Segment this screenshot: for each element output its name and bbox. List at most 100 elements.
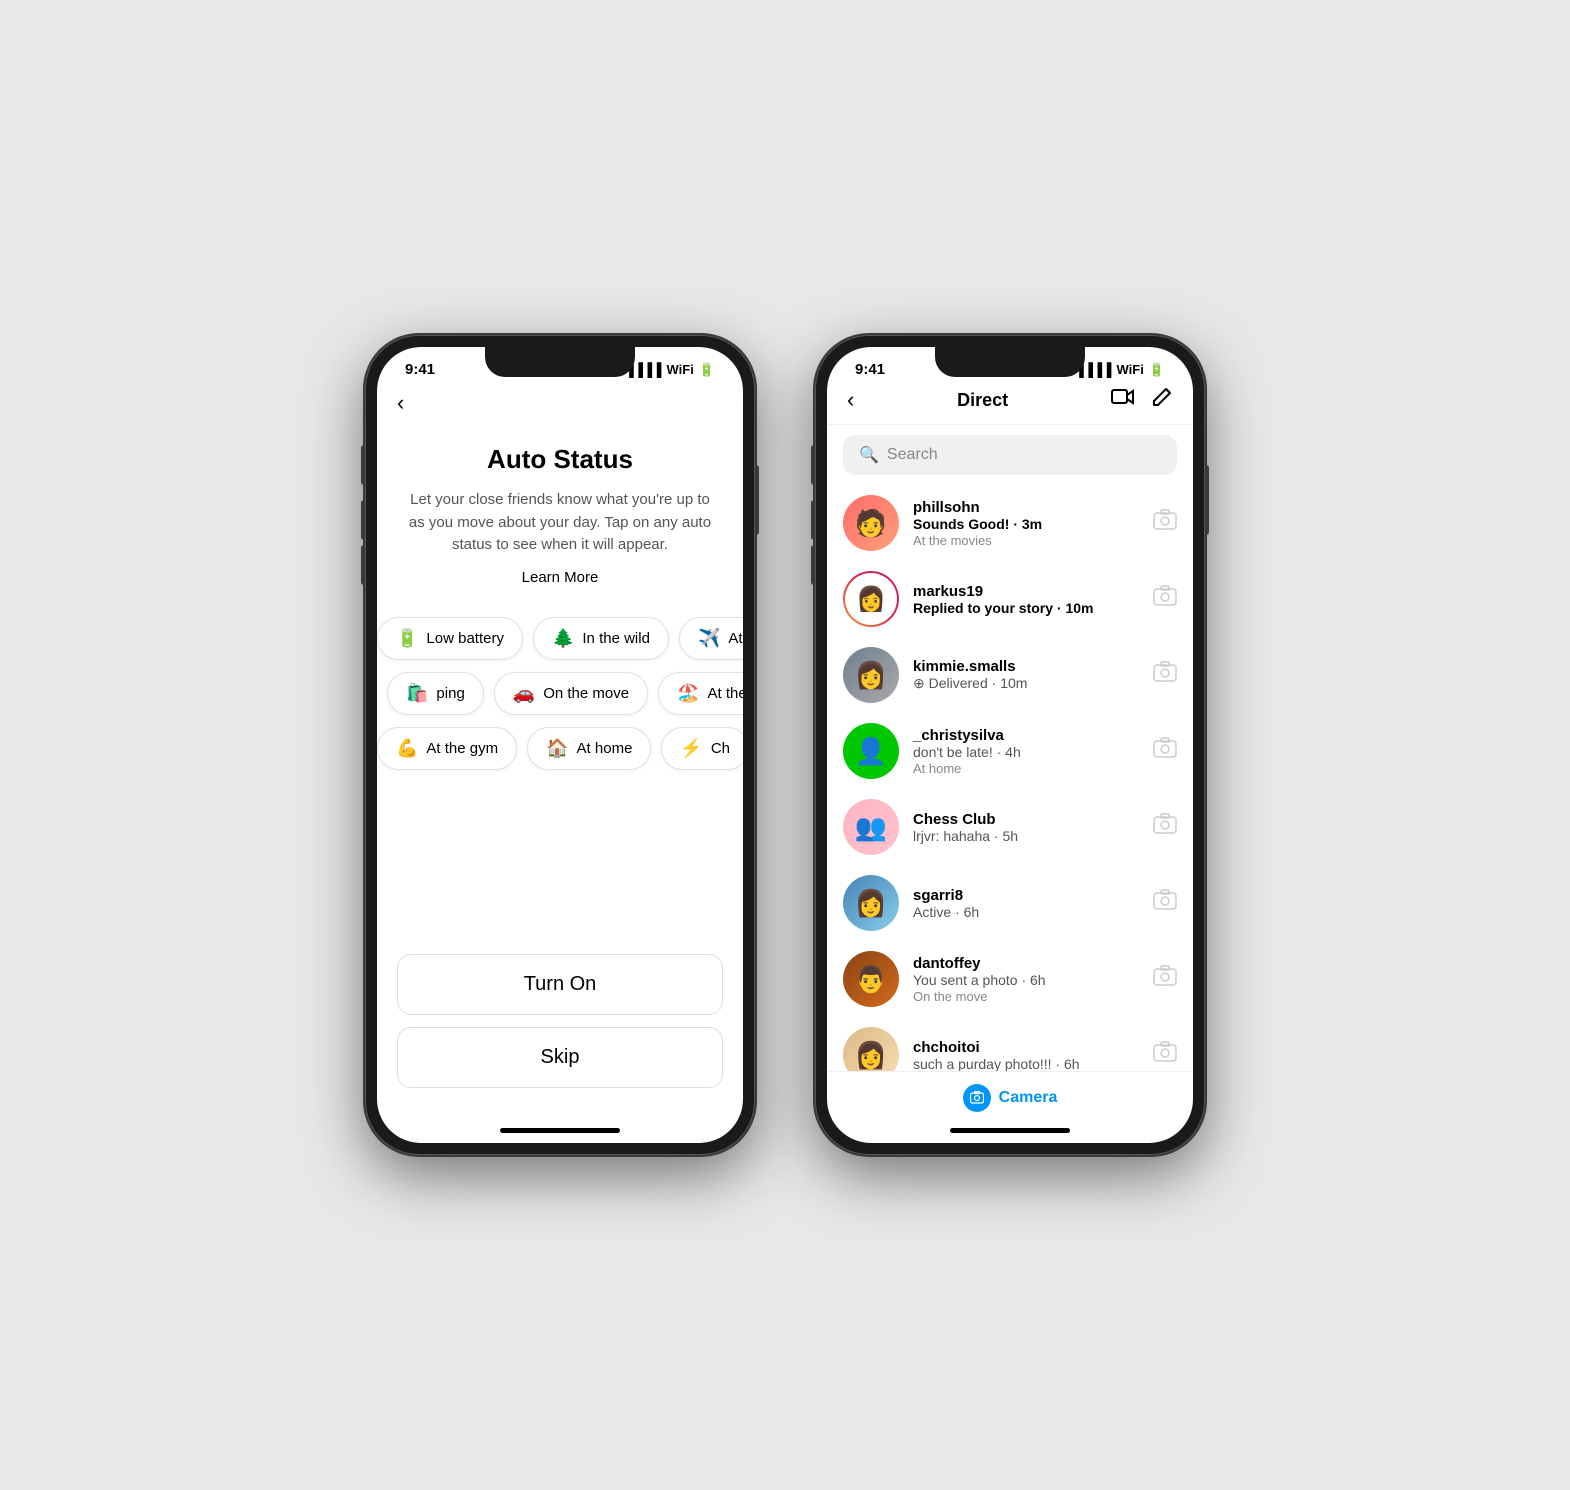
camera-icon-phillsohn[interactable] — [1153, 509, 1177, 537]
camera-button[interactable]: Camera — [963, 1084, 1058, 1112]
dm-info-kimmie: kimmie.smalls ⊕ Delivered · 10m — [913, 658, 1139, 692]
dm-username-sgarri: sgarri8 — [913, 887, 1139, 904]
back-button-2[interactable]: ‹ — [847, 387, 854, 413]
camera-label: Camera — [999, 1089, 1058, 1107]
camera-icon-sgarri[interactable] — [1153, 889, 1177, 917]
search-icon: 🔍 — [859, 445, 879, 465]
dm-info-chchoitoi: chchoitoi such a purday photo!!! · 6h — [913, 1039, 1139, 1072]
beach-chip-emoji: 🏖️ — [677, 683, 699, 704]
chip-at-the-beach[interactable]: 🏖️ At the beac — [658, 672, 743, 715]
notch — [485, 347, 635, 377]
chips-row-3: 💪 At the gym 🏠 At home ⚡ Ch — [377, 727, 743, 770]
camera-icon-dantoffey[interactable] — [1153, 965, 1177, 993]
dm-list: 🧑 phillsohn Sounds Good! · 3m At the mov… — [827, 485, 1193, 1071]
search-placeholder: Search — [887, 446, 938, 464]
status-time-1: 9:41 — [405, 361, 435, 378]
dm-item-dantoffey[interactable]: 👨 dantoffey You sent a photo · 6h On the… — [827, 941, 1193, 1017]
dm-message-phillsohn: Sounds Good! · 3m — [913, 516, 1139, 532]
camera-icon-christy[interactable] — [1153, 737, 1177, 765]
auto-status-title: Auto Status — [407, 444, 713, 475]
avatar-dantoffey: 👨 — [843, 951, 899, 1007]
wifi-icon: WiFi — [666, 362, 693, 377]
camera-icon-kimmie[interactable] — [1153, 661, 1177, 689]
phones-container: 9:41 ▐▐▐▐ WiFi 🔋 ‹ Auto Status Let your … — [365, 335, 1205, 1155]
status-time-2: 9:41 — [855, 361, 885, 378]
avatar-phillsohn: 🧑 — [843, 495, 899, 551]
phone-direct: 9:41 ▐▐▐▐ WiFi 🔋 ‹ Direct — [815, 335, 1205, 1155]
avatar-kimmie: 👩 — [843, 647, 899, 703]
home-chip-emoji: 🏠 — [546, 738, 568, 759]
avatar-emoji-chess: 👥 — [855, 799, 887, 855]
battery-icon-2: 🔋 — [1149, 362, 1165, 378]
dm-item-chchoitoi[interactable]: 👩 chchoitoi such a purday photo!!! · 6h — [827, 1017, 1193, 1071]
avatar-emoji-phillsohn: 🧑 — [855, 495, 887, 551]
direct-header: ‹ Direct — [827, 382, 1193, 425]
avatar-christy: 👤 — [843, 723, 899, 779]
dm-status-christy: At home — [913, 761, 1139, 776]
turn-on-button[interactable]: Turn On — [397, 954, 723, 1015]
auto-status-screen: ‹ Auto Status Let your close friends kno… — [377, 382, 743, 1128]
camera-icon-chess[interactable] — [1153, 813, 1177, 841]
avatar-chess: 👥 — [843, 799, 899, 855]
wifi-icon-2: WiFi — [1116, 362, 1143, 377]
avatar-sgarri: 👩 — [843, 875, 899, 931]
chip-at-t[interactable]: ✈️ At t — [679, 617, 743, 660]
plane-chip-emoji: ✈️ — [698, 628, 720, 649]
chip-at-the-gym-label: At the gym — [426, 740, 498, 757]
chip-at-t-label: At t — [728, 630, 743, 647]
dm-item-phillsohn[interactable]: 🧑 phillsohn Sounds Good! · 3m At the mov… — [827, 485, 1193, 561]
search-bar[interactable]: 🔍 Search — [843, 435, 1177, 475]
chip-on-the-move[interactable]: 🚗 On the move — [494, 672, 648, 715]
chip-at-the-gym[interactable]: 💪 At the gym — [377, 727, 517, 770]
chip-ping[interactable]: 🛍️ ping — [387, 672, 484, 715]
auto-status-hero: Auto Status Let your close friends know … — [377, 424, 743, 597]
chip-ch[interactable]: ⚡ Ch — [661, 727, 743, 770]
chips-area: 🔋 Low battery 🌲 In the wild ✈️ At t — [377, 597, 743, 945]
camera-bar: Camera — [827, 1071, 1193, 1128]
notch-2 — [935, 347, 1085, 377]
dm-item-chess-club[interactable]: 👥 Chess Club lrjvr: hahaha · 5h — [827, 789, 1193, 865]
dm-message-chchoitoi: such a purday photo!!! · 6h — [913, 1056, 1139, 1072]
dm-item-christy[interactable]: 👤 _christysilva don't be late! · 4h At h… — [827, 713, 1193, 789]
status-icons-1: ▐▐▐▐ WiFi 🔋 — [625, 362, 715, 378]
dm-item-markus19[interactable]: 👩 markus19 Replied to your story · 10m — [827, 561, 1193, 637]
avatar-markus19: 👩 — [843, 571, 899, 627]
dm-username-kimmie: kimmie.smalls — [913, 658, 1139, 675]
dm-status-dantoffey: On the move — [913, 989, 1139, 1004]
lightning-chip-emoji: ⚡ — [680, 738, 702, 759]
skip-button[interactable]: Skip — [397, 1027, 723, 1088]
dm-username-dantoffey: dantoffey — [913, 955, 1139, 972]
wild-chip-emoji: 🌲 — [552, 628, 574, 649]
camera-icon-chchoitoi[interactable] — [1153, 1041, 1177, 1069]
dm-info-sgarri: sgarri8 Active · 6h — [913, 887, 1139, 920]
learn-more-link[interactable]: Learn More — [522, 569, 599, 586]
chip-on-the-move-label: On the move — [543, 685, 629, 702]
camera-icon-markus19[interactable] — [1153, 585, 1177, 613]
status-icons-2: ▐▐▐▐ WiFi 🔋 — [1075, 362, 1165, 378]
direct-header-icons — [1111, 386, 1173, 414]
dm-info-christy: _christysilva don't be late! · 4h At hom… — [913, 727, 1139, 776]
home-indicator-2 — [950, 1128, 1070, 1133]
dm-username-markus19: markus19 — [913, 583, 1139, 600]
video-call-icon[interactable] — [1111, 387, 1135, 413]
dm-info-phillsohn: phillsohn Sounds Good! · 3m At the movie… — [913, 499, 1139, 548]
dm-item-sgarri[interactable]: 👩 sgarri8 Active · 6h — [827, 865, 1193, 941]
chip-in-the-wild[interactable]: 🌲 In the wild — [533, 617, 669, 660]
action-buttons: Turn On Skip — [377, 944, 743, 1128]
avatar-chchoitoi: 👩 — [843, 1027, 899, 1071]
dm-info-dantoffey: dantoffey You sent a photo · 6h On the m… — [913, 955, 1139, 1004]
dm-info-markus19: markus19 Replied to your story · 10m — [913, 583, 1139, 616]
back-button-1[interactable]: ‹ — [377, 382, 743, 424]
dm-item-kimmie[interactable]: 👩 kimmie.smalls ⊕ Delivered · 10m — [827, 637, 1193, 713]
car-chip-emoji: 🚗 — [513, 683, 535, 704]
dm-username-phillsohn: phillsohn — [913, 499, 1139, 516]
battery-chip-emoji: 🔋 — [396, 628, 418, 649]
auto-status-description: Let your close friends know what you're … — [407, 489, 713, 557]
chip-ping-label: ping — [436, 685, 464, 702]
chip-low-battery[interactable]: 🔋 Low battery — [377, 617, 523, 660]
compose-icon[interactable] — [1151, 386, 1173, 414]
chip-at-home[interactable]: 🏠 At home — [527, 727, 651, 770]
avatar-inner-markus19: 👩 — [845, 573, 897, 625]
shopping-chip-emoji: 🛍️ — [406, 683, 428, 704]
chip-at-home-label: At home — [577, 740, 633, 757]
